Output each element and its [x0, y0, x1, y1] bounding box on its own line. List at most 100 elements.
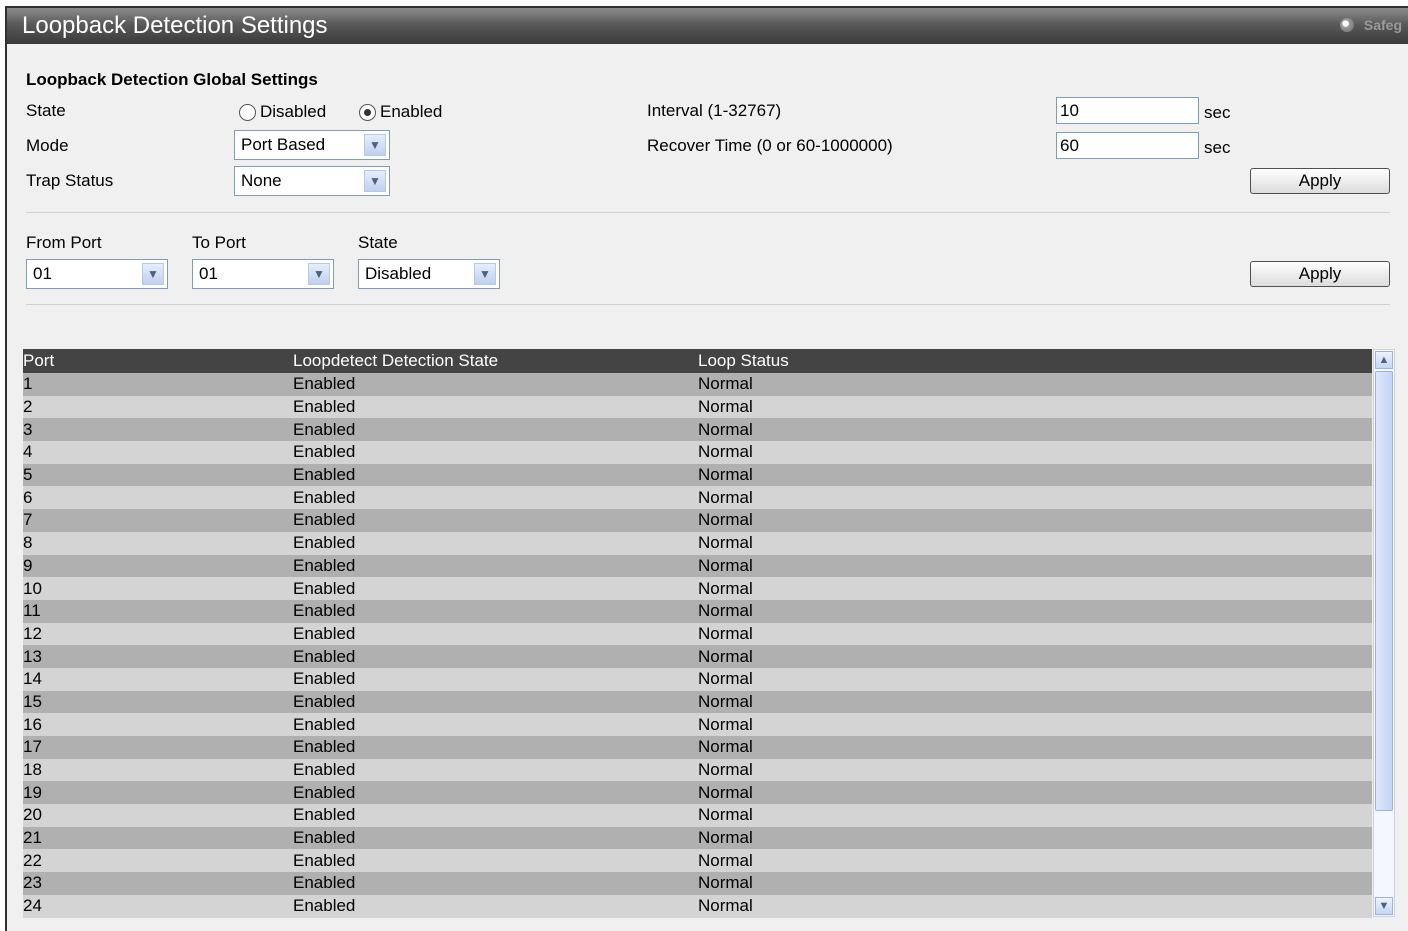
to-port-label: To Port — [192, 233, 246, 252]
cell-port: 11 — [23, 601, 41, 621]
interval-input[interactable]: 10 — [1056, 97, 1199, 124]
cell-loop-status: Normal — [698, 442, 753, 462]
cell-detection-state: Enabled — [293, 805, 356, 825]
state-enabled-option[interactable]: Enabled — [359, 102, 442, 122]
from-port-select-value: 01 — [33, 264, 52, 283]
cell-loop-status: Normal — [698, 374, 753, 394]
table-header: Port Loopdetect Detection State Loop Sta… — [23, 349, 1372, 373]
title-bar: Loopback Detection Settings Safeg — [7, 8, 1408, 44]
table-row: 1 Enabled Normal — [23, 373, 1372, 396]
cell-detection-state: Enabled — [293, 487, 356, 507]
table-row: 10 Enabled Normal — [23, 577, 1372, 600]
scrollbar-thumb[interactable] — [1375, 371, 1393, 811]
cell-loop-status: Normal — [698, 555, 753, 575]
port-state-select-value: Disabled — [365, 264, 432, 283]
to-port-select[interactable]: 01 ▼ — [192, 259, 334, 289]
to-port-select-value: 01 — [199, 264, 218, 283]
cell-detection-state: Enabled — [293, 714, 356, 734]
global-apply-button[interactable]: Apply — [1250, 168, 1390, 194]
cell-loop-status: Normal — [698, 601, 753, 621]
cell-port: 20 — [23, 805, 42, 825]
cell-port: 21 — [23, 828, 42, 848]
table-scrollbar[interactable]: ▲ ▼ — [1373, 349, 1395, 917]
table-row: 15 Enabled Normal — [23, 690, 1372, 714]
cell-loop-status: Normal — [698, 397, 753, 417]
cell-detection-state: Enabled — [293, 442, 356, 462]
cell-detection-state: Enabled — [293, 578, 356, 598]
port-state-label: State — [358, 233, 398, 252]
cell-detection-state: Enabled — [293, 419, 356, 439]
cell-port: 16 — [23, 714, 42, 734]
recover-time-input[interactable]: 60 — [1056, 132, 1199, 159]
cell-loop-status: Normal — [698, 623, 753, 643]
cell-port: 10 — [23, 578, 42, 598]
cell-port: 14 — [23, 669, 42, 689]
port-apply-button[interactable]: Apply — [1250, 261, 1390, 287]
cell-detection-state: Enabled — [293, 873, 356, 893]
cell-port: 17 — [23, 737, 42, 757]
port-state-select[interactable]: Disabled ▼ — [358, 259, 500, 289]
trap-status-select-value: None — [241, 171, 282, 190]
table-row: 17 Enabled Normal — [23, 736, 1372, 759]
safeguard-label: Safeg — [1363, 17, 1402, 33]
table-row: 24 Enabled Normal — [23, 894, 1372, 918]
interval-unit: sec — [1204, 103, 1231, 122]
table-row: 18 Enabled Normal — [23, 758, 1372, 782]
chevron-down-icon[interactable]: ▼ — [1375, 897, 1393, 915]
column-header-port: Port — [23, 351, 55, 370]
content-panel: Loopback Detection Global Settings State… — [7, 44, 1408, 931]
cell-port: 1 — [23, 374, 33, 394]
trap-status-select[interactable]: None ▼ — [234, 166, 390, 196]
chevron-down-icon[interactable]: ▼ — [364, 134, 386, 156]
cell-detection-state: Enabled — [293, 896, 356, 916]
cell-loop-status: Normal — [698, 760, 753, 780]
state-enabled-radio[interactable] — [359, 103, 376, 121]
cell-detection-state: Enabled — [293, 691, 356, 711]
table-row: 16 Enabled Normal — [23, 713, 1372, 736]
chevron-up-icon[interactable]: ▲ — [1375, 351, 1393, 369]
column-header-loop-status: Loop Status — [698, 351, 789, 370]
cell-loop-status: Normal — [698, 828, 753, 848]
state-enabled-label: Enabled — [380, 102, 443, 121]
chevron-down-icon[interactable]: ▼ — [308, 263, 330, 285]
cell-port: 4 — [23, 442, 33, 462]
section-title: Loopback Detection Global Settings — [26, 70, 318, 89]
state-disabled-label: Disabled — [260, 102, 327, 121]
table-row: 11 Enabled Normal — [23, 599, 1372, 623]
interval-label: Interval (1-32767) — [647, 101, 782, 120]
cell-port: 9 — [23, 555, 33, 575]
chevron-down-icon[interactable]: ▼ — [474, 263, 496, 285]
state-disabled-radio[interactable] — [239, 103, 256, 121]
table-row: 2 Enabled Normal — [23, 395, 1372, 419]
mode-select[interactable]: Port Based ▼ — [234, 130, 390, 160]
state-label: State — [26, 101, 66, 120]
recover-time-unit: sec — [1204, 138, 1231, 157]
from-port-label: From Port — [26, 233, 102, 252]
cell-loop-status: Normal — [698, 578, 753, 598]
cell-port: 8 — [23, 533, 33, 553]
cell-loop-status: Normal — [698, 714, 753, 734]
page-title: Loopback Detection Settings — [22, 12, 328, 39]
cell-detection-state: Enabled — [293, 623, 356, 643]
cell-loop-status: Normal — [698, 805, 753, 825]
cell-loop-status: Normal — [698, 896, 753, 916]
safeguard-icon — [1339, 18, 1354, 32]
cell-detection-state: Enabled — [293, 465, 356, 485]
from-port-select[interactable]: 01 ▼ — [26, 259, 168, 289]
table-row: 6 Enabled Normal — [23, 486, 1372, 510]
recover-time-label: Recover Time (0 or 60-1000000) — [647, 136, 893, 155]
table-row: 5 Enabled Normal — [23, 463, 1372, 487]
state-disabled-option[interactable]: Disabled — [239, 102, 326, 122]
cell-loop-status: Normal — [698, 419, 753, 439]
chevron-down-icon[interactable]: ▼ — [364, 170, 386, 192]
loopback-status-table: Port Loopdetect Detection State Loop Sta… — [23, 349, 1372, 918]
safeguard-indicator[interactable]: Safeg — [1339, 17, 1402, 33]
cell-port: 12 — [23, 623, 42, 643]
cell-detection-state: Enabled — [293, 646, 356, 666]
cell-loop-status: Normal — [698, 465, 753, 485]
cell-detection-state: Enabled — [293, 782, 356, 802]
cell-detection-state: Enabled — [293, 533, 356, 553]
table-row: 8 Enabled Normal — [23, 531, 1372, 555]
chevron-down-icon[interactable]: ▼ — [142, 263, 164, 285]
cell-port: 23 — [23, 873, 42, 893]
